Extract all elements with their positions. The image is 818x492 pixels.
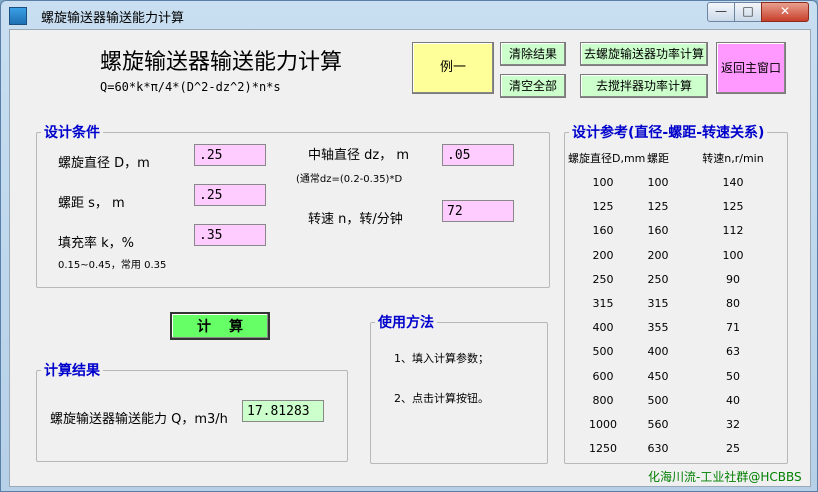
reference-cell: 100 [592,176,614,189]
reference-cell: 1000 [589,418,617,431]
reference-cell: 1250 [589,442,617,456]
pitch-label: 螺距 s， m [58,196,125,211]
reference-cell: 400 [647,345,669,359]
reference-cell: 800 [592,393,614,407]
reference-legend: 设计参考(直径-螺距-转速关系) [572,125,765,141]
speed-label: 转速 n，转/分钟 [308,212,403,227]
pitch-input[interactable]: .25 [194,184,266,206]
reference-cell: 40 [726,393,740,407]
reference-header: 螺距 [647,152,669,165]
client-area: 螺旋输送器输送能力计算 Q=60*k*π/4*(D^2-dz^2)*n*s 例一… [9,29,811,487]
minimize-button[interactable]: — [707,2,735,22]
reference-cell: 100 [647,176,669,189]
reference-cell: 25 [726,442,740,456]
reference-cell: 630 [647,442,669,456]
usage-group: 使用方法 [370,312,548,464]
back-main-button[interactable]: 返回主窗口 [716,42,786,94]
reference-cell: 32 [726,418,740,431]
reference-cell: 560 [647,418,669,431]
clear-all-button[interactable]: 清空全部 [500,74,566,98]
watermark-text: 化海川流-工业社群@HCBBS [648,470,802,484]
usage-step-2: 2、点击计算按钮。 [394,392,489,405]
shaft-diameter-label: 中轴直径 dz， m [308,148,410,163]
reference-cell: 200 [592,248,614,262]
reference-cell: 500 [592,345,614,359]
reference-cell: 500 [647,393,669,407]
screw-power-button[interactable]: 去螺旋输送器功率计算 [580,42,708,66]
maximize-button[interactable]: □ [734,2,762,22]
calculate-button[interactable]: 计算 [170,312,270,340]
speed-input[interactable]: 72 [442,200,514,222]
window-title: 螺旋输送器输送能力计算 [41,11,185,26]
reference-cell: 125 [592,200,614,214]
mixer-power-button[interactable]: 去搅拌器功率计算 [580,74,708,98]
reference-header: 螺旋直径D,mm [568,152,646,165]
shaft-diameter-note: (通常dz=(0.2-0.35)*D [296,174,403,185]
reference-cell: 315 [647,297,669,310]
capacity-label: 螺旋输送器输送能力 Q，m3/h [50,412,228,427]
shaft-diameter-input[interactable]: .05 [442,144,514,166]
reference-cell: 80 [726,297,740,310]
reference-cell: 400 [592,321,614,335]
title-bar[interactable]: 螺旋输送器输送能力计算 — □ ✕ [1,1,817,29]
formula-text: Q=60*k*π/4*(D^2-dz^2)*n*s [100,80,281,94]
reference-cell: 71 [726,321,740,335]
reference-cell: 125 [647,200,669,214]
reference-cell: 315 [592,297,614,310]
usage-legend: 使用方法 [378,315,434,331]
fill-rate-input[interactable]: .35 [194,224,266,246]
diameter-label: 螺旋直径 D，m [58,156,150,171]
reference-cell: 160 [647,224,669,238]
reference-group: 设计参考(直径-螺距-转速关系) [564,122,788,464]
page-title: 螺旋输送器输送能力计算 [100,50,343,75]
reference-cell: 90 [726,272,740,286]
reference-cell: 250 [647,272,669,286]
reference-cell: 100 [722,248,744,262]
diameter-input[interactable]: .25 [194,144,266,166]
reference-cell: 63 [726,345,740,359]
close-button[interactable]: ✕ [761,2,809,22]
fill-rate-label: 填充率 k，% [58,236,135,251]
reference-cell: 112 [722,224,744,238]
reference-cell: 250 [592,272,614,286]
reference-cell: 200 [647,248,669,262]
result-legend: 计算结果 [44,363,100,379]
example-button[interactable]: 例一 [412,42,494,94]
reference-header: 转速n,r/min [702,152,764,165]
capacity-output[interactable]: 17.81283 [242,400,324,422]
design-conditions-legend: 设计条件 [44,125,100,141]
clear-results-button[interactable]: 清除结果 [500,42,566,66]
reference-cell: 50 [726,369,740,383]
reference-cell: 140 [722,176,744,189]
reference-cell: 125 [722,200,744,214]
reference-cell: 450 [647,369,669,383]
reference-cell: 160 [592,224,614,238]
app-window: 螺旋输送器输送能力计算 — □ ✕ 螺旋输送器输送能力计算 Q=60*k*π/4… [0,0,818,492]
usage-step-1: 1、填入计算参数； [394,352,489,365]
fill-rate-note: 0.15~0.45，常用 0.35 [58,260,167,271]
reference-cell: 355 [647,321,669,335]
reference-cell: 600 [592,369,614,383]
app-icon [9,7,27,25]
